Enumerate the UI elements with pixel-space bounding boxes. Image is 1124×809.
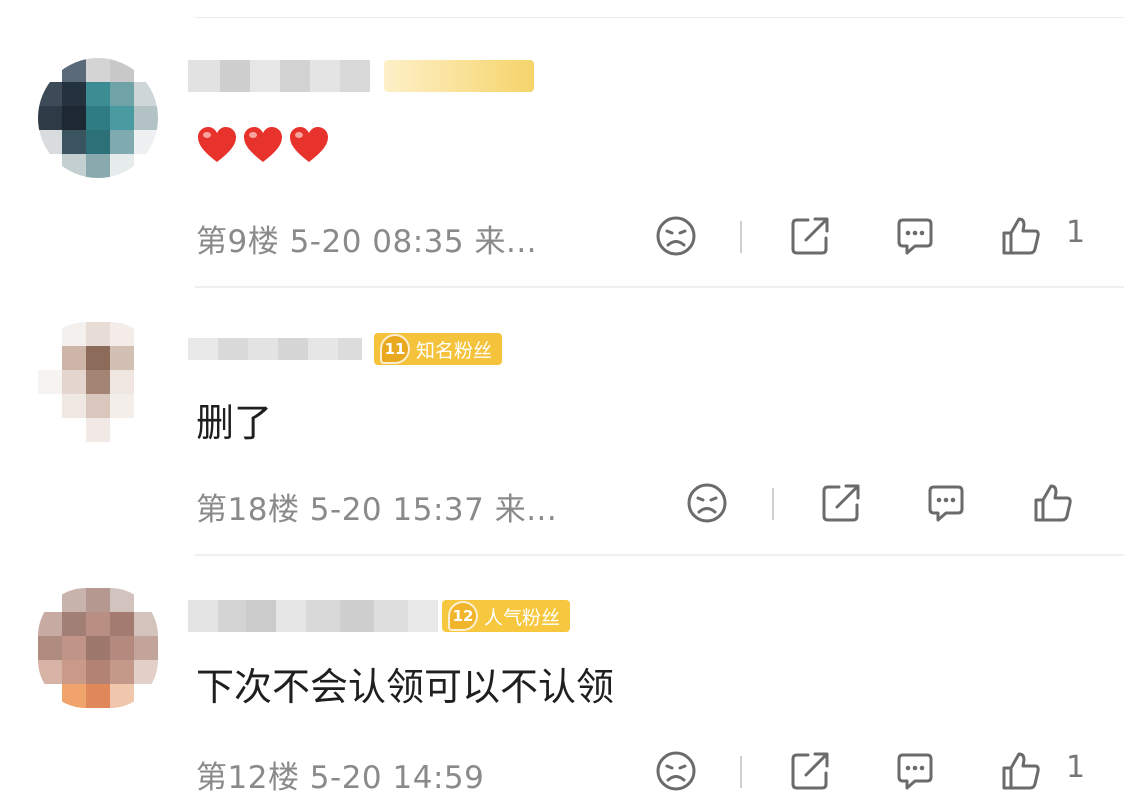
comment-icon: [897, 753, 933, 790]
sad-face-icon: [656, 751, 696, 791]
avatar[interactable]: [38, 58, 158, 178]
like-button[interactable]: [998, 213, 1044, 259]
avatar[interactable]: [38, 322, 158, 442]
action-divider: [740, 756, 742, 788]
like-count: 1: [1066, 750, 1086, 785]
action-divider: [772, 488, 774, 520]
comment-icon: [928, 485, 964, 522]
share-button[interactable]: [787, 213, 833, 259]
action-divider: [740, 221, 742, 253]
user-name-row: 11 知名粉丝: [188, 327, 503, 371]
thumbs-up-icon: [1034, 484, 1072, 522]
fan-badge[interactable]: 11 知名粉丝: [374, 333, 503, 365]
fan-badge-label: 知名粉丝: [416, 339, 493, 362]
fan-badge-label: 人气粉丝: [484, 606, 561, 629]
dislike-button[interactable]: [684, 480, 730, 526]
dislike-button[interactable]: [653, 213, 699, 259]
comment-actions: 1: [0, 213, 1124, 261]
dislike-button[interactable]: [653, 748, 699, 794]
comment-content: 下次不会认领可以不认领: [196, 665, 615, 709]
heart-emoji-icon: [290, 127, 328, 162]
reply-button[interactable]: [892, 748, 938, 794]
share-icon: [791, 752, 829, 790]
user-name-blurred[interactable]: [188, 338, 362, 360]
fan-badge[interactable]: [384, 60, 534, 92]
comment-content: 删了: [196, 401, 273, 445]
comment-icon: [897, 218, 933, 255]
fan-level-icon: 11: [380, 334, 410, 364]
heart-emoji-icon: [244, 127, 282, 162]
like-count: 1: [1066, 215, 1086, 250]
share-button[interactable]: [818, 480, 864, 526]
heart-emoji-icon: [198, 127, 236, 162]
reply-button[interactable]: [923, 480, 969, 526]
thumbs-up-icon: [1002, 217, 1040, 255]
comment-actions: [0, 480, 1124, 528]
share-icon: [822, 484, 860, 522]
user-name-blurred[interactable]: [188, 600, 438, 632]
thumbs-up-icon: [1002, 752, 1040, 790]
comment-separator: [195, 286, 1124, 288]
fan-badge[interactable]: 12 人气粉丝: [442, 600, 571, 632]
comment-actions: 1: [0, 748, 1124, 796]
user-name-row: [188, 54, 534, 98]
user-name-row: 12 人气粉丝: [188, 594, 571, 638]
fan-level-icon: 12: [448, 601, 478, 631]
user-name-blurred[interactable]: [188, 60, 370, 92]
avatar[interactable]: [38, 588, 158, 708]
like-button[interactable]: [1030, 480, 1076, 526]
comment-separator: [195, 554, 1124, 556]
sad-face-icon: [687, 483, 727, 523]
comment-content: [196, 126, 330, 164]
like-button[interactable]: [998, 748, 1044, 794]
share-button[interactable]: [787, 748, 833, 794]
sad-face-icon: [656, 216, 696, 256]
reply-button[interactable]: [892, 213, 938, 259]
top-separator: [195, 17, 1124, 18]
share-icon: [791, 217, 829, 255]
